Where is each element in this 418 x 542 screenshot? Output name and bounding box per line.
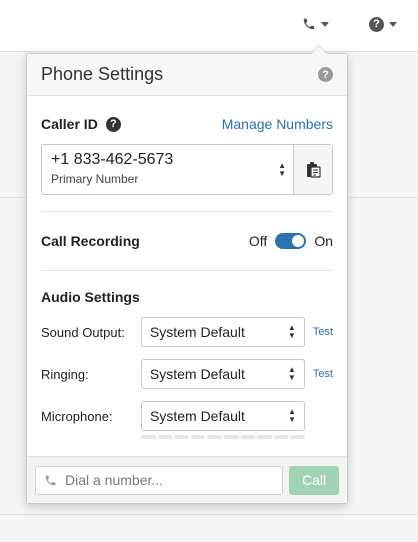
- meter-segment: [240, 435, 256, 439]
- background-divider: [0, 197, 26, 198]
- microphone-select[interactable]: System Default ▲ ▼: [141, 401, 305, 431]
- meter-segment: [157, 435, 173, 439]
- phone-icon: [45, 475, 56, 485]
- phone-menu-button[interactable]: [302, 14, 329, 34]
- sound-output-select[interactable]: System Default ▲ ▼: [140, 317, 305, 347]
- sound-output-row: Sound Output: System Default ▲ ▼ Test: [41, 317, 333, 347]
- audio-settings-title: Audio Settings: [41, 289, 140, 305]
- caller-id-label-group: Caller ID ?: [41, 116, 121, 132]
- call-recording-toggle[interactable]: [275, 233, 307, 249]
- question-circle-icon: ?: [369, 16, 384, 32]
- top-bar: ?: [0, 0, 418, 52]
- microphone-level-meter: [141, 435, 305, 439]
- help-menu-button[interactable]: ?: [369, 14, 397, 34]
- meter-segment: [207, 435, 222, 439]
- popover-title: Phone Settings: [41, 64, 164, 84]
- help-icon[interactable]: ?: [318, 67, 333, 82]
- popover-body: Caller ID ? Manage Numbers +1 833-462-56…: [27, 116, 347, 439]
- chevron-down-icon: [321, 21, 329, 27]
- meter-segment: [290, 435, 305, 439]
- meter-segment: [174, 435, 189, 439]
- call-recording-toggle-group: Off On: [249, 233, 333, 249]
- background-divider: [348, 197, 418, 198]
- dial-field[interactable]: [35, 465, 284, 495]
- microphone-label: Microphone:: [41, 408, 113, 424]
- popover-header: Phone Settings ?: [27, 54, 347, 96]
- ringing-test-link[interactable]: Test: [313, 368, 333, 380]
- meter-segment: [141, 435, 156, 439]
- manage-numbers-link[interactable]: Manage Numbers: [222, 116, 333, 132]
- sound-output-label: Sound Output:: [41, 324, 125, 340]
- call-recording-label: Call Recording: [41, 233, 140, 249]
- caller-id-label: Caller ID: [41, 116, 98, 132]
- select-arrows-icon: ▲ ▼: [287, 323, 296, 340]
- select-arrows-icon: ▲ ▼: [288, 407, 296, 424]
- phone-icon: [303, 18, 315, 30]
- chevron-down-icon: [389, 21, 397, 27]
- caller-id-select: +1 833-462-5673 Primary Number ▲ ▼: [41, 144, 333, 195]
- clipboard-icon: [306, 162, 321, 178]
- toggle-on-label: On: [314, 233, 333, 249]
- caller-id-number-label: Primary Number: [51, 172, 139, 186]
- select-arrows-icon: ▲ ▼: [278, 161, 286, 178]
- toggle-off-label: Off: [248, 233, 268, 249]
- ringing-row: Ringing: System Default ▲ ▼ Test: [41, 359, 333, 389]
- background-divider: [0, 514, 418, 515]
- call-recording-row: Call Recording Off On: [41, 212, 333, 270]
- select-arrows-icon: ▲ ▼: [287, 365, 296, 382]
- ringing-label: Ringing:: [41, 366, 89, 382]
- caller-id-help-icon[interactable]: ?: [105, 116, 121, 132]
- caller-id-dropdown[interactable]: +1 833-462-5673 Primary Number ▲ ▼: [42, 145, 293, 194]
- ringing-value: System Default: [149, 366, 245, 382]
- meter-segment: [273, 435, 289, 439]
- meter-segment: [257, 435, 272, 439]
- meter-segment: [190, 435, 206, 439]
- sound-output-value: System Default: [149, 324, 245, 340]
- caller-id-number: +1 833-462-5673: [51, 151, 174, 168]
- sound-output-test-link[interactable]: Test: [313, 326, 333, 338]
- copy-number-button[interactable]: [293, 145, 332, 194]
- microphone-row: Microphone: System Default ▲ ▼: [41, 401, 333, 431]
- dial-input[interactable]: [65, 472, 265, 488]
- microphone-value: System Default: [150, 408, 245, 424]
- section-divider: [41, 270, 333, 271]
- popover-arrow-fill: [311, 46, 327, 54]
- caller-id-header: Caller ID ? Manage Numbers: [41, 116, 333, 132]
- phone-settings-popover: Phone Settings ? Caller ID ? Manage Numb…: [26, 45, 348, 504]
- call-button[interactable]: Call: [289, 465, 339, 495]
- dialer-footer: Call: [27, 456, 347, 503]
- ringing-select[interactable]: System Default ▲ ▼: [140, 359, 305, 389]
- toggle-knob: [292, 235, 305, 247]
- meter-segment: [223, 435, 239, 439]
